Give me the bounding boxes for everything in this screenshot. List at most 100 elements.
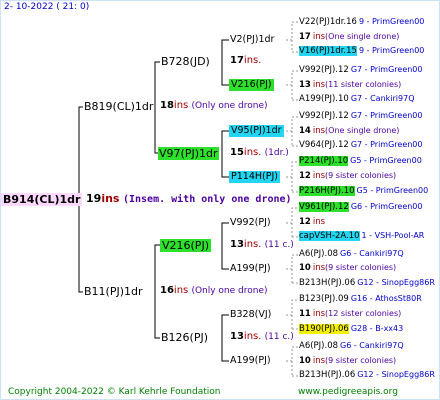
header-date: 2- 10-2022 ( 21: 0)	[4, 2, 90, 12]
gen3-label-1[interactable]: V2(PJ)1dr	[230, 35, 274, 45]
gen4-place: G7 - Cankiri97Q	[350, 94, 415, 103]
gen4-place: G5 - PrimGreen00	[350, 156, 422, 165]
gen2-ins-note-3: (11 c.)	[264, 240, 294, 250]
gen4-ins-word: ins	[312, 356, 326, 366]
gen1-lower-label[interactable]: B11(PJ)1dr	[84, 286, 143, 297]
gen4-queen-label[interactable]: V16(PJ)1dr.15	[299, 46, 357, 56]
gen2-ins-count-4: 13	[230, 331, 244, 342]
gen2-label-4[interactable]: B126(PJ)	[161, 332, 208, 343]
gen4-parent-row: capVSH-2A.10 1 - VSH-Pool-AR	[299, 231, 425, 241]
gen4-place: G6 - Cankiri97Q	[340, 341, 404, 350]
gen4-ins-note: (12 sister colonies)	[325, 309, 402, 318]
gen4-ins-row: 12 ins	[299, 218, 325, 227]
root-ins-count: 19	[86, 192, 102, 205]
gen2-ins-word-3: ins.	[243, 239, 262, 250]
gen4-queen-label[interactable]: V992(PJ).12	[299, 111, 349, 121]
gen4-ins-row: 14 ins(One single drone)	[299, 127, 399, 136]
gen2-label-2[interactable]: V97(PJ)1dr	[158, 147, 219, 160]
gen4-ins-note: (9 sister colonies)	[325, 171, 397, 180]
gen4-ins-row: 13 ins(11 sister colonies)	[299, 81, 401, 90]
gen3-label-2[interactable]: V216(PJ)	[229, 79, 274, 91]
gen2-ins-note-2: (1dr.)	[264, 148, 289, 158]
gen4-queen-label[interactable]: B213H(PJ).06	[299, 278, 355, 288]
gen4-ins-row: 10 ins(9 sister colonies)	[299, 264, 396, 273]
gen4-ins-note: (11 sister colonies)	[325, 80, 402, 89]
gen2-ins-count-2: 15	[230, 147, 244, 158]
footer-copyright: Copyright 2004-2022 © Karl Kehrle Founda…	[8, 387, 221, 397]
gen4-ins-word: ins	[312, 309, 326, 319]
gen4-queen-label[interactable]: A6(PJ).08	[299, 341, 338, 351]
gen4-ins-row: 11 ins(12 sister colonies)	[299, 310, 401, 319]
gen4-queen-label[interactable]: P214(PJ).10	[299, 156, 349, 166]
gen4-parent-row: V22(PJ)1dr.16 9 - PrimGreen00	[299, 18, 424, 27]
gen2-ins-count-3: 13	[230, 239, 244, 250]
gen4-parent-row: A6(PJ).08 G6 - Cankiri97Q	[299, 342, 404, 351]
gen4-parent-row: A199(PJ).10 G7 - Cankiri97Q	[299, 95, 415, 104]
gen1-lower-ins-word: ins	[173, 285, 189, 296]
gen3-label-8[interactable]: A199(PJ)	[230, 356, 271, 366]
gen4-ins-count: 13	[299, 80, 311, 90]
gen4-place: G5 - PrimGreen00	[356, 186, 429, 195]
gen4-parent-row: V992(PJ).12 G7 - PrimGreen00	[299, 112, 422, 121]
gen4-parent-row: A6(PJ).08 G6 - Cankiri97Q	[299, 250, 404, 259]
gen4-place: G7 - PrimGreen00	[350, 111, 423, 120]
gen4-ins-count: 12	[299, 217, 311, 227]
gen2-ins-2: 15ins. (1dr.)	[230, 148, 289, 158]
gen4-queen-label[interactable]: V964(PJ).12	[299, 140, 349, 150]
gen4-ins-count: 12	[299, 171, 311, 181]
gen4-parent-row: B190(PJ).06 G28 - B-xx43	[299, 324, 403, 334]
gen4-parent-row: B213H(PJ).06 G12 - SinopEgg86R	[299, 279, 435, 288]
gen4-ins-count: 10	[299, 356, 311, 366]
root-ins-word: ins	[101, 192, 120, 205]
gen4-ins-word: ins	[312, 80, 326, 90]
gen2-ins-3: 13ins. (11 c.)	[230, 240, 294, 250]
gen4-ins-count: 14	[299, 126, 311, 136]
gen3-label-4[interactable]: P114H(PJ)	[229, 171, 280, 183]
gen4-queen-label[interactable]: V22(PJ)1dr.16	[299, 17, 357, 27]
gen4-queen-label[interactable]: A6(PJ).08	[299, 249, 338, 259]
gen4-parent-row: B213H(PJ).06 G12 - SinopEgg86R	[299, 371, 435, 380]
gen4-parent-row: V961(PJ).12 G6 - PrimGreen00	[299, 202, 422, 212]
gen4-place: G6 - Cankiri97Q	[340, 249, 404, 258]
gen3-label-5[interactable]: V992(PJ)	[230, 218, 271, 228]
gen2-ins-count-1: 17	[230, 55, 244, 66]
root-queen-label[interactable]: B914(CL)1dr	[1, 193, 83, 206]
gen1-lower-ins-info: 16ins (Only one drone)	[160, 286, 268, 296]
gen3-label-6[interactable]: A199(PJ)	[230, 264, 271, 274]
gen4-ins-word: ins	[312, 217, 326, 227]
gen4-place: G12 - SinopEgg86R	[357, 370, 435, 379]
gen4-ins-note: (One single drone)	[325, 126, 400, 135]
gen4-queen-label[interactable]: A199(PJ).10	[299, 94, 349, 104]
gen2-ins-note-4: (11 c.)	[264, 332, 294, 342]
gen4-ins-row: 12 ins(9 sister colonies)	[299, 172, 396, 181]
gen4-ins-note: (One single drone)	[325, 32, 400, 41]
gen1-upper-ins-word: ins	[173, 100, 189, 111]
gen2-label-3[interactable]: V216(PJ)	[160, 239, 211, 252]
gen4-parent-row: V964(PJ).12 G7 - PrimGreen00	[299, 141, 422, 150]
gen4-place: G7 - PrimGreen00	[350, 140, 423, 149]
gen2-label-1[interactable]: B728(JD)	[161, 56, 210, 67]
gen4-queen-label[interactable]: B190(PJ).06	[299, 324, 349, 334]
gen3-label-3[interactable]: V95(PJ)1dr	[229, 125, 284, 137]
footer-site-link[interactable]: www.pedigreeapis.org	[298, 388, 398, 397]
gen4-queen-label[interactable]: B123(PJ).09	[299, 294, 349, 304]
gen4-place: 1 - VSH-Pool-AR	[361, 231, 425, 240]
gen4-queen-label[interactable]: V961(PJ).12	[299, 202, 349, 212]
gen4-ins-count: 17	[299, 32, 311, 42]
gen4-place: 9 - PrimGreen00	[358, 17, 425, 26]
root-ins-note: (Insem. with only one drone)	[122, 194, 292, 205]
gen4-place: G16 - AthosSt80R	[350, 294, 422, 303]
gen4-queen-label[interactable]: B213H(PJ).06	[299, 370, 355, 380]
gen1-upper-ins-note: (Only one drone)	[191, 101, 268, 111]
gen3-label-7[interactable]: B328(VJ)	[230, 310, 271, 320]
gen4-queen-label[interactable]: V992(PJ).12	[299, 65, 349, 75]
gen1-upper-label[interactable]: B819(CL)1dr	[84, 101, 153, 112]
gen4-queen-label[interactable]: capVSH-2A.10	[299, 231, 360, 241]
gen4-queen-label[interactable]: P216H(PJ).10	[299, 186, 355, 196]
gen4-place: 9 - PrimGreen00	[358, 46, 425, 55]
gen4-ins-count: 10	[299, 263, 311, 273]
root-ins-info: 19ins (Insem. with only one drone)	[86, 193, 292, 205]
gen2-ins-4: 13ins. (11 c.)	[230, 332, 294, 342]
gen4-ins-note: (9 sister colonies)	[325, 263, 397, 272]
gen4-parent-row: B123(PJ).09 G16 - AthosSt80R	[299, 295, 422, 304]
